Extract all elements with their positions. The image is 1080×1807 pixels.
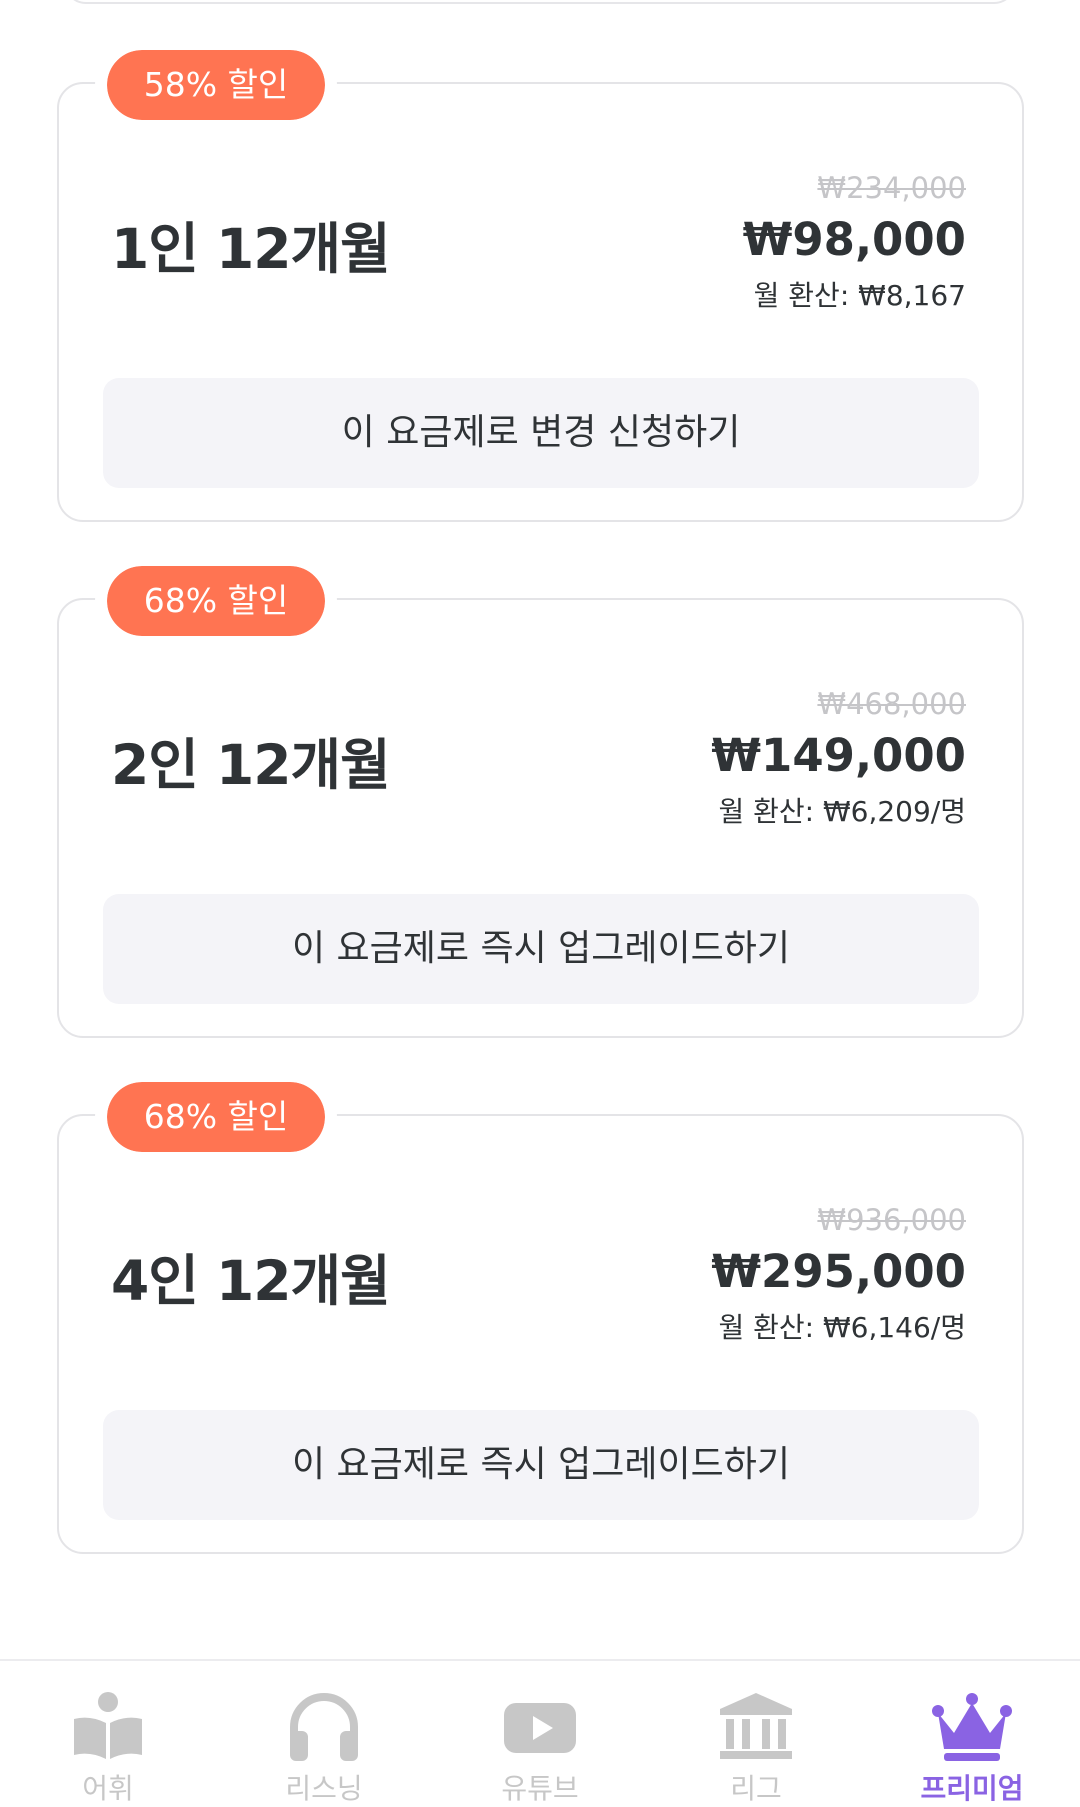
institution-icon	[720, 1693, 792, 1759]
nav-label: 유튜브	[501, 1772, 579, 1805]
monthly-price: 월 환산: ₩8,167	[753, 279, 966, 312]
nav-label: 리스닝	[285, 1772, 363, 1805]
upgrade-plan-button[interactable]: 이 요금제로 즉시 업그레이드하기	[103, 894, 979, 1004]
bottom-navigation: 어휘 리스닝 유튜브 리그 프리미엄	[0, 1659, 1080, 1805]
sale-price: ₩98,000	[742, 213, 966, 266]
discount-badge: 68% 할인	[95, 554, 337, 648]
nav-label: 리그	[730, 1772, 782, 1805]
plan-name: 2인 12개월	[111, 733, 391, 797]
nav-item-league[interactable]: 리그	[648, 1661, 864, 1805]
plan-name: 1인 12개월	[111, 217, 391, 281]
original-price: ₩234,000	[817, 171, 966, 205]
monthly-price: 월 환산: ₩6,209/명	[718, 795, 966, 828]
price-block: ₩234,000 ₩98,000 월 환산: ₩8,167	[743, 170, 966, 316]
nav-label: 어휘	[82, 1772, 134, 1805]
plan-card-2-person: 68% 할인 2인 12개월 ₩468,000 ₩149,000 월 환산: ₩…	[57, 554, 1024, 1038]
plan-card-1-person: 58% 할인 1인 12개월 ₩234,000 ₩98,000 월 환산: ₩8…	[57, 38, 1024, 522]
original-price: ₩936,000	[817, 1203, 966, 1237]
discount-badge: 58% 할인	[95, 38, 337, 132]
original-price: ₩468,000	[817, 687, 966, 721]
crown-icon	[932, 1693, 1012, 1761]
sale-price: ₩295,000	[711, 1245, 966, 1298]
nav-item-premium[interactable]: 프리미엄	[864, 1661, 1080, 1805]
plan-name: 4인 12개월	[111, 1249, 391, 1313]
discount-badge: 68% 할인	[95, 1070, 337, 1164]
price-block: ₩468,000 ₩149,000 월 환산: ₩6,209/명	[711, 686, 966, 832]
plan-card-4-person: 68% 할인 4인 12개월 ₩936,000 ₩295,000 월 환산: ₩…	[57, 1070, 1024, 1554]
previous-card-edge	[64, 0, 1016, 4]
nav-item-listening[interactable]: 리스닝	[216, 1661, 432, 1805]
upgrade-plan-button[interactable]: 이 요금제로 즉시 업그레이드하기	[103, 1410, 979, 1520]
change-plan-button[interactable]: 이 요금제로 변경 신청하기	[103, 378, 979, 488]
nav-item-vocabulary[interactable]: 어휘	[0, 1661, 216, 1805]
book-reader-icon	[74, 1692, 142, 1759]
price-block: ₩936,000 ₩295,000 월 환산: ₩6,146/명	[711, 1202, 966, 1348]
nav-item-youtube[interactable]: 유튜브	[432, 1661, 648, 1805]
sale-price: ₩149,000	[711, 729, 966, 782]
nav-label: 프리미엄	[920, 1772, 1024, 1805]
youtube-play-icon	[504, 1703, 576, 1753]
monthly-price: 월 환산: ₩6,146/명	[718, 1311, 966, 1344]
headphones-icon	[290, 1693, 358, 1761]
